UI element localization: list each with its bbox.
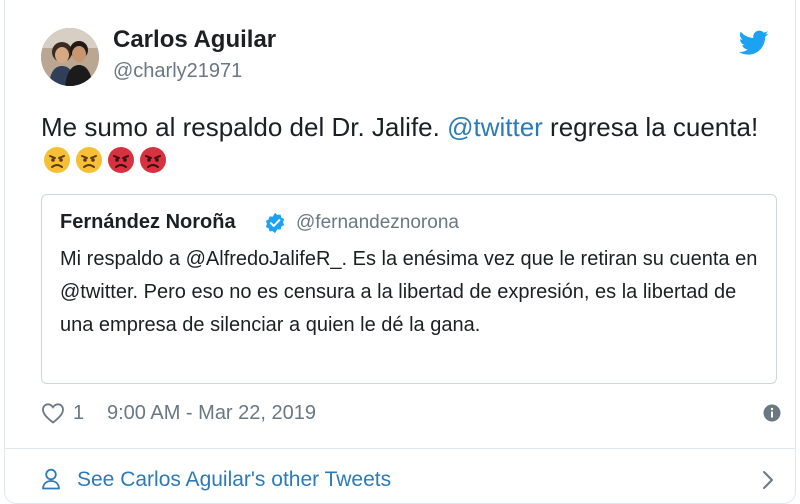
emoji-row — [43, 146, 167, 174]
person-icon — [42, 468, 60, 490]
quoted-author-handle: @fernandeznorona — [296, 212, 459, 233]
verified-badge-icon — [265, 212, 285, 234]
pouting-face-icon — [108, 147, 134, 173]
embedded-tweet-card: Carlos Aguilar @charly21971 Me sumo al r… — [4, 0, 796, 504]
author-handle[interactable]: @charly21971 — [113, 60, 242, 83]
tweet-text-before: Me sumo al respaldo del Dr. Jalife. — [41, 112, 448, 142]
angry-face-icon — [44, 147, 70, 173]
chevron-right-icon[interactable] — [761, 470, 775, 490]
tweet-text: Me sumo al respaldo del Dr. Jalife. @twi… — [41, 110, 781, 144]
tweet-timestamp[interactable]: 9:00 AM - Mar 22, 2019 — [107, 402, 316, 425]
tweet-text-after: regresa la cuenta! — [542, 112, 759, 142]
quoted-author-name: Fernández Noroña — [60, 211, 236, 233]
angry-face-icon — [76, 147, 102, 173]
quoted-tweet[interactable]: Fernández Noroña @fernandeznorona Mi res… — [41, 194, 777, 384]
author-name[interactable]: Carlos Aguilar — [113, 26, 276, 54]
avatar[interactable] — [41, 28, 99, 86]
see-other-tweets-link[interactable]: See Carlos Aguilar's other Tweets — [41, 466, 781, 494]
pouting-face-icon — [140, 147, 166, 173]
divider — [5, 448, 795, 449]
quoted-tweet-text: Mi respaldo a @AlfredoJalifeR_. Es la en… — [60, 248, 758, 336]
like-count[interactable]: 1 — [73, 402, 84, 425]
tweet-footer: 1 9:00 AM - Mar 22, 2019 — [41, 400, 781, 428]
info-icon[interactable] — [763, 404, 781, 422]
heart-icon[interactable] — [41, 402, 65, 424]
twitter-bird-icon[interactable] — [739, 30, 769, 56]
twitter-mention-link[interactable]: @twitter — [447, 112, 543, 142]
see-other-tweets-label[interactable]: See Carlos Aguilar's other Tweets — [77, 468, 391, 492]
